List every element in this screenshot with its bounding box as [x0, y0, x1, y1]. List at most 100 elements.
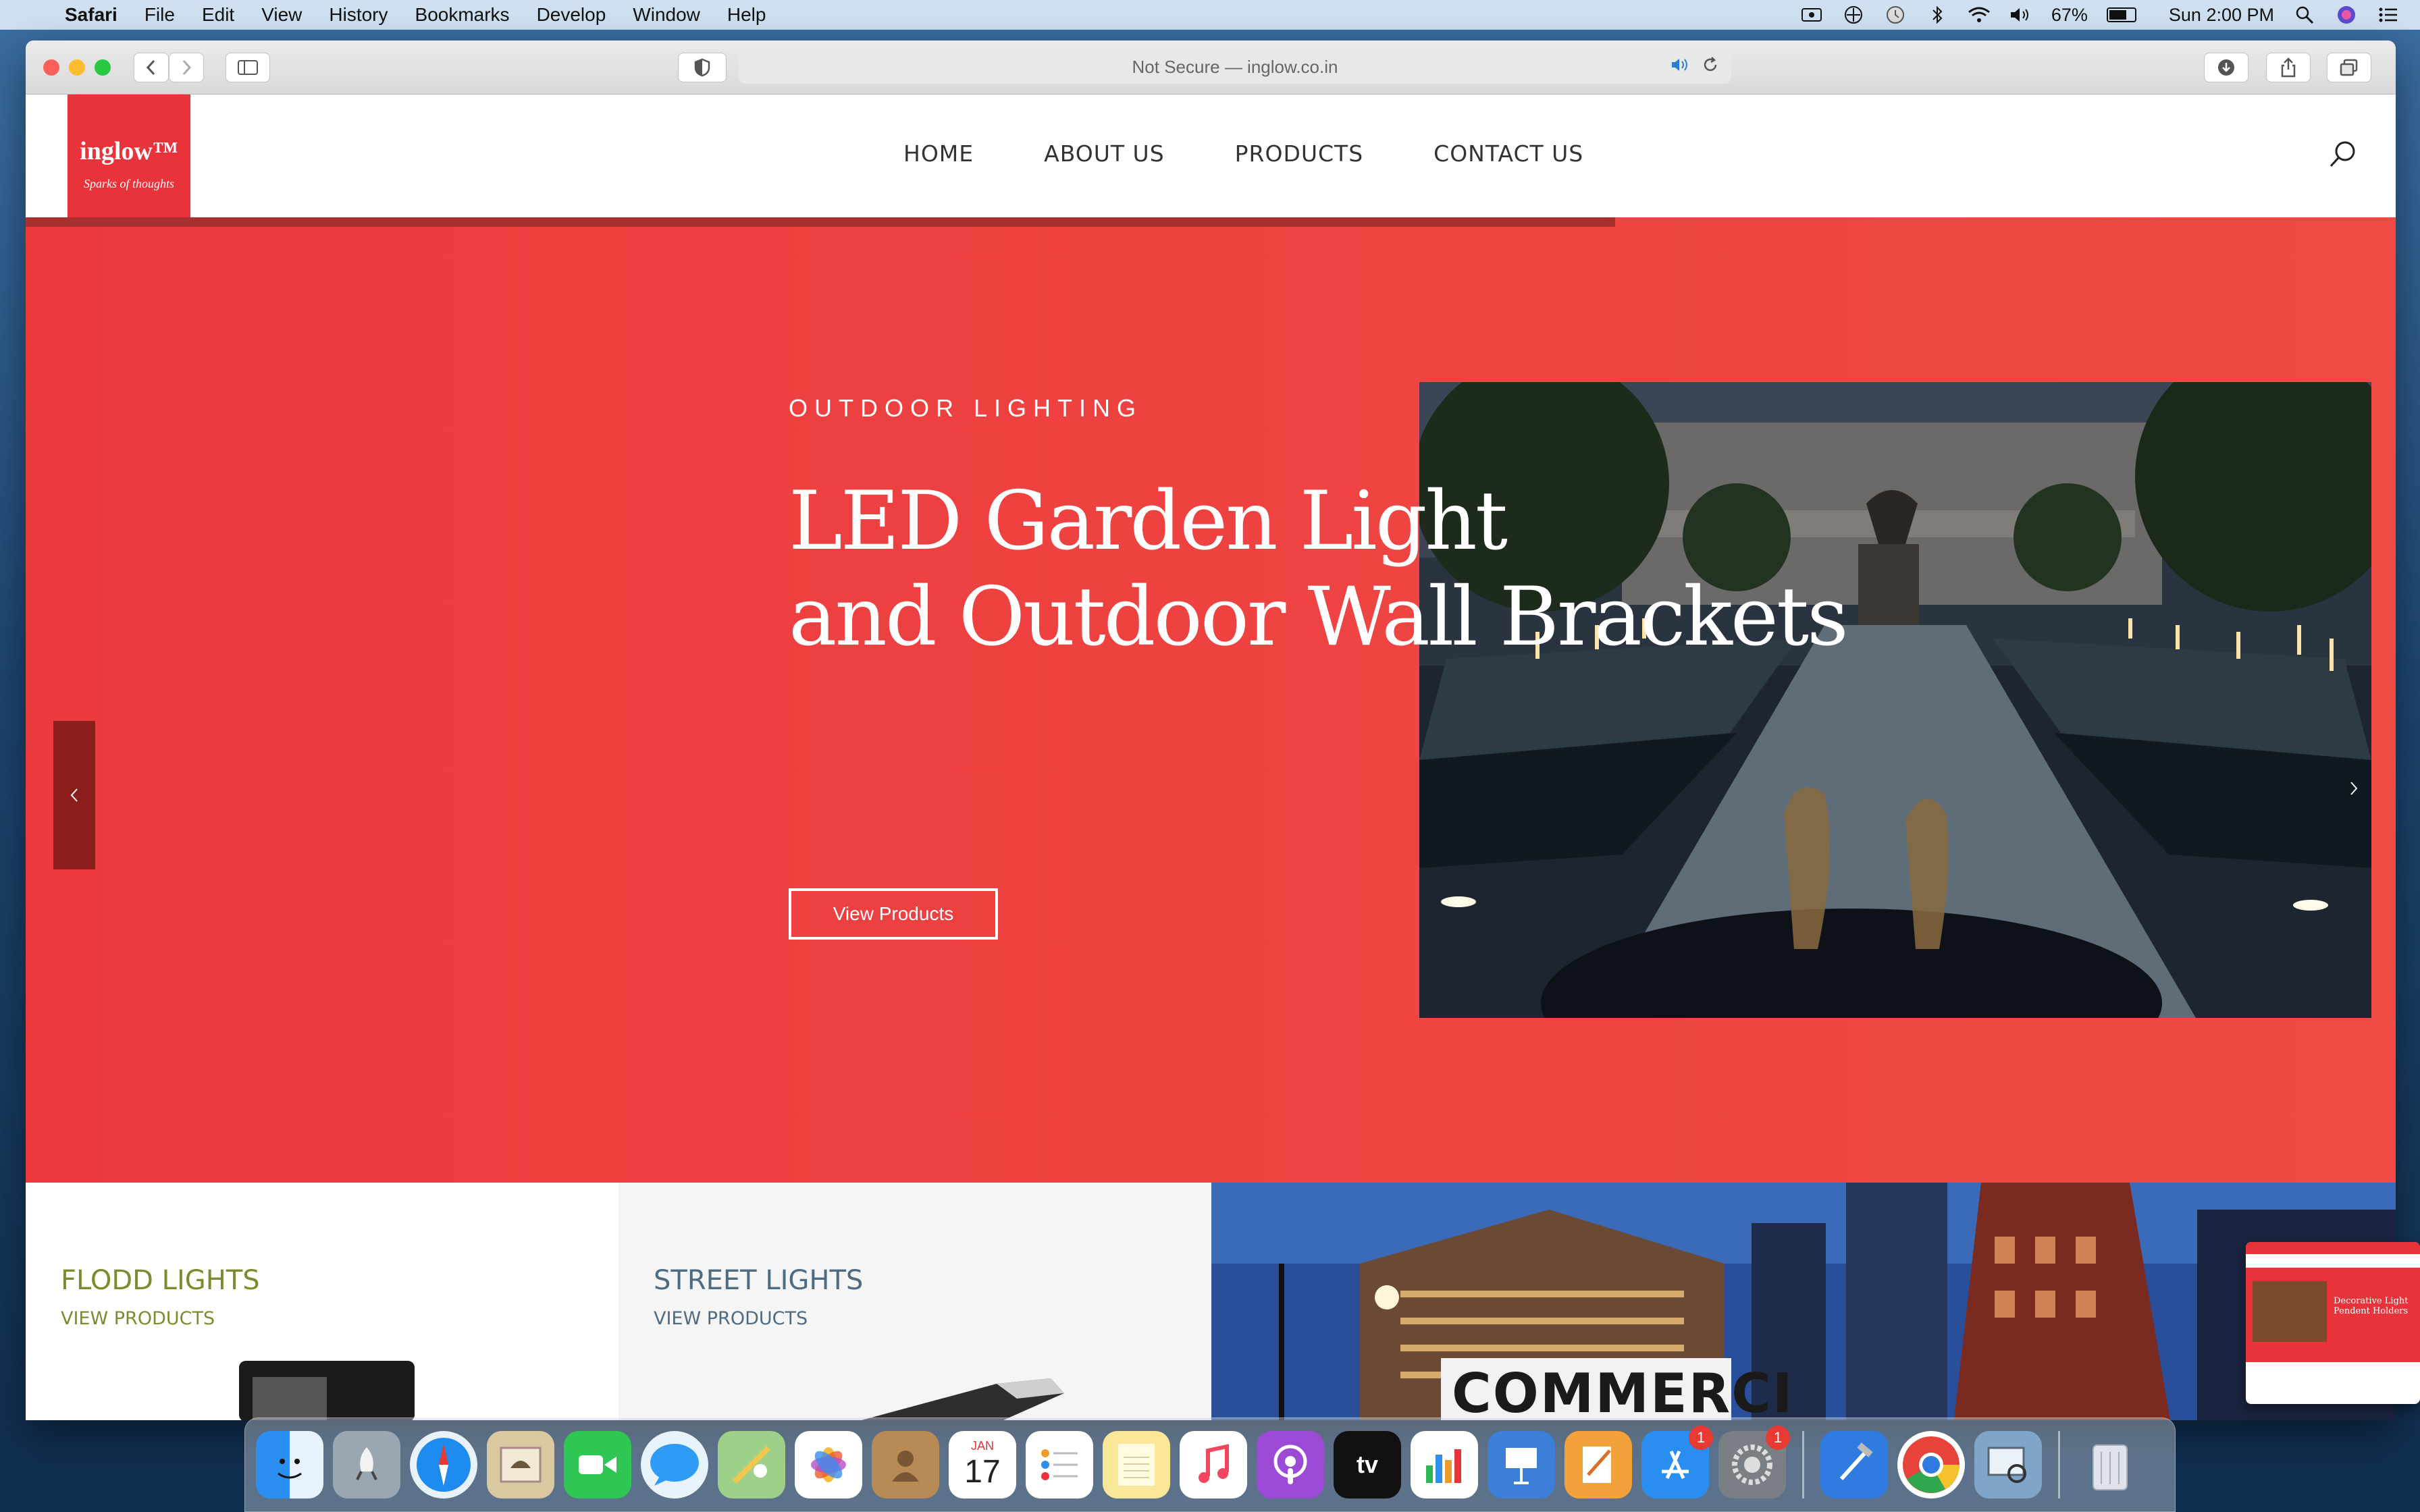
- maximize-window-button[interactable]: [95, 59, 111, 76]
- volume-icon[interactable]: [2009, 5, 2032, 25]
- podcasts-icon[interactable]: [1257, 1431, 1324, 1498]
- wifi-icon[interactable]: [1968, 5, 1991, 25]
- category-card-commercial[interactable]: COMMERCI: [1211, 1183, 2396, 1420]
- site-search-icon[interactable]: [2328, 139, 2358, 169]
- siri-icon[interactable]: [2335, 5, 2358, 25]
- tab-overview-button[interactable]: [2327, 53, 2371, 82]
- menu-bookmarks[interactable]: Bookmarks: [415, 4, 510, 26]
- notification-center-icon[interactable]: [2377, 5, 2400, 25]
- reload-icon[interactable]: [1702, 56, 1719, 78]
- close-window-button[interactable]: [43, 59, 59, 76]
- preview-icon[interactable]: [1974, 1431, 2042, 1498]
- music-icon[interactable]: [1180, 1431, 1247, 1498]
- launchpad-icon[interactable]: [333, 1431, 400, 1498]
- photos-icon[interactable]: [795, 1431, 862, 1498]
- menu-app-safari[interactable]: Safari: [65, 4, 117, 26]
- privacy-report-button[interactable]: [678, 53, 727, 82]
- back-button[interactable]: [134, 53, 169, 82]
- category-cards: FLODD LIGHTS VIEW PRODUCTS STREET LIGHTS…: [26, 1183, 2396, 1420]
- browser-toolbar: Not Secure — inglow.co.in: [26, 40, 2396, 94]
- card-view-products-link[interactable]: VIEW PRODUCTS: [61, 1308, 215, 1329]
- menu-window[interactable]: Window: [633, 4, 700, 26]
- download-icon: [2218, 59, 2234, 76]
- pages-icon[interactable]: [1564, 1431, 1632, 1498]
- card-title: STREET LIGHTS: [654, 1265, 864, 1296]
- apple-tv-icon[interactable]: tv: [1334, 1431, 1401, 1498]
- main-nav: HOME ABOUT US PRODUCTS CONTACT US: [903, 140, 1583, 167]
- facetime-icon[interactable]: [564, 1431, 631, 1498]
- chevron-left-icon: [70, 788, 78, 802]
- maps-icon[interactable]: [718, 1431, 785, 1498]
- minimize-window-button[interactable]: [69, 59, 85, 76]
- app-store-badge: 1: [1689, 1426, 1713, 1450]
- hero-title-line-1: LED Garden Light: [789, 475, 1508, 568]
- apple-tv-label: tv: [1356, 1451, 1378, 1478]
- notes-icon[interactable]: [1103, 1431, 1170, 1498]
- spotlight-icon[interactable]: [2293, 5, 2316, 25]
- contacts-icon[interactable]: [872, 1431, 939, 1498]
- forward-button[interactable]: [169, 53, 204, 82]
- messages-icon[interactable]: [641, 1431, 708, 1498]
- screenshot-thumbnail[interactable]: Decorative Light Pendent Holders: [2246, 1242, 2420, 1404]
- keynote-icon[interactable]: [1488, 1431, 1555, 1498]
- thumbnail-title: Decorative Light Pendent Holders: [2334, 1296, 2409, 1316]
- hero-title: LED Garden Light and Outdoor Wall Bracke…: [789, 474, 1849, 666]
- menu-history[interactable]: History: [329, 4, 388, 26]
- numbers-icon[interactable]: [1411, 1431, 1478, 1498]
- vpn-icon[interactable]: [1800, 5, 1823, 25]
- hero-slider: OUTDOOR LIGHTING LED Garden Light and Ou…: [26, 217, 2396, 1183]
- battery-percent: 67%: [2051, 4, 2088, 25]
- chrome-icon[interactable]: [1897, 1431, 1965, 1498]
- system-preferences-icon[interactable]: 1: [1718, 1426, 1790, 1498]
- address-bar[interactable]: Not Secure — inglow.co.in: [739, 50, 1731, 84]
- commercial-sign-text: COMMERCI: [1452, 1362, 1794, 1420]
- site-logo[interactable]: inglow™ Sparks of thoughts: [68, 94, 190, 217]
- chevron-right-icon: [2350, 782, 2358, 795]
- commercial-city-photo: [1211, 1183, 2396, 1420]
- menu-help[interactable]: Help: [727, 4, 766, 26]
- logo-tagline: Sparks of thoughts: [83, 177, 174, 190]
- nav-contact-us[interactable]: CONTACT US: [1433, 140, 1583, 167]
- sidebar-icon: [238, 60, 258, 75]
- card-title: FLODD LIGHTS: [61, 1265, 260, 1296]
- slider-next-button[interactable]: [2347, 775, 2361, 805]
- safari-icon[interactable]: [410, 1431, 477, 1498]
- audio-playing-icon[interactable]: [1671, 57, 1691, 78]
- chevron-left-icon: [146, 59, 155, 76]
- view-products-button[interactable]: View Products: [789, 888, 998, 940]
- tabs-icon: [2340, 59, 2358, 76]
- share-button[interactable]: [2266, 53, 2311, 82]
- menu-edit[interactable]: Edit: [202, 4, 234, 26]
- sidebar-toggle-button[interactable]: [226, 53, 270, 82]
- nav-home[interactable]: HOME: [903, 140, 974, 167]
- dock-separator: [1802, 1431, 1804, 1498]
- battery-icon[interactable]: [2106, 7, 2136, 22]
- category-card-flood-lights[interactable]: FLODD LIGHTS VIEW PRODUCTS: [26, 1183, 619, 1420]
- menu-bar: Safari File Edit View History Bookmarks …: [0, 0, 2420, 30]
- system-preferences-badge: 1: [1766, 1426, 1790, 1450]
- category-card-street-lights[interactable]: STREET LIGHTS VIEW PRODUCTS: [619, 1183, 1211, 1420]
- bluetooth-icon[interactable]: [1926, 5, 1949, 25]
- slider-progress-bar: [26, 217, 1615, 227]
- street-light-image: [862, 1378, 1064, 1420]
- menubar-clock[interactable]: Sun 2:00 PM: [2169, 5, 2274, 26]
- xcode-icon[interactable]: [1820, 1431, 1888, 1498]
- app-store-icon[interactable]: 1: [1641, 1426, 1713, 1498]
- webpage: inglow™ Sparks of thoughts HOME ABOUT US…: [26, 94, 2396, 1420]
- nav-products[interactable]: PRODUCTS: [1235, 140, 1364, 167]
- card-view-products-link[interactable]: VIEW PRODUCTS: [654, 1308, 808, 1329]
- menu-view[interactable]: View: [261, 4, 302, 26]
- finder-icon[interactable]: [256, 1431, 323, 1498]
- dock: JAN 17 tv 1 1: [244, 1418, 2176, 1512]
- menu-develop[interactable]: Develop: [537, 4, 606, 26]
- reminders-icon[interactable]: [1026, 1431, 1093, 1498]
- slider-prev-button[interactable]: [53, 721, 95, 869]
- mail-icon[interactable]: [487, 1431, 554, 1498]
- calendar-icon[interactable]: JAN 17: [949, 1431, 1016, 1498]
- trash-icon[interactable]: [2076, 1431, 2144, 1498]
- accessibility-icon[interactable]: [1842, 5, 1865, 25]
- downloads-button[interactable]: [2204, 53, 2248, 82]
- menu-file[interactable]: File: [144, 4, 175, 26]
- time-machine-icon[interactable]: [1884, 5, 1907, 25]
- nav-about-us[interactable]: ABOUT US: [1044, 140, 1165, 167]
